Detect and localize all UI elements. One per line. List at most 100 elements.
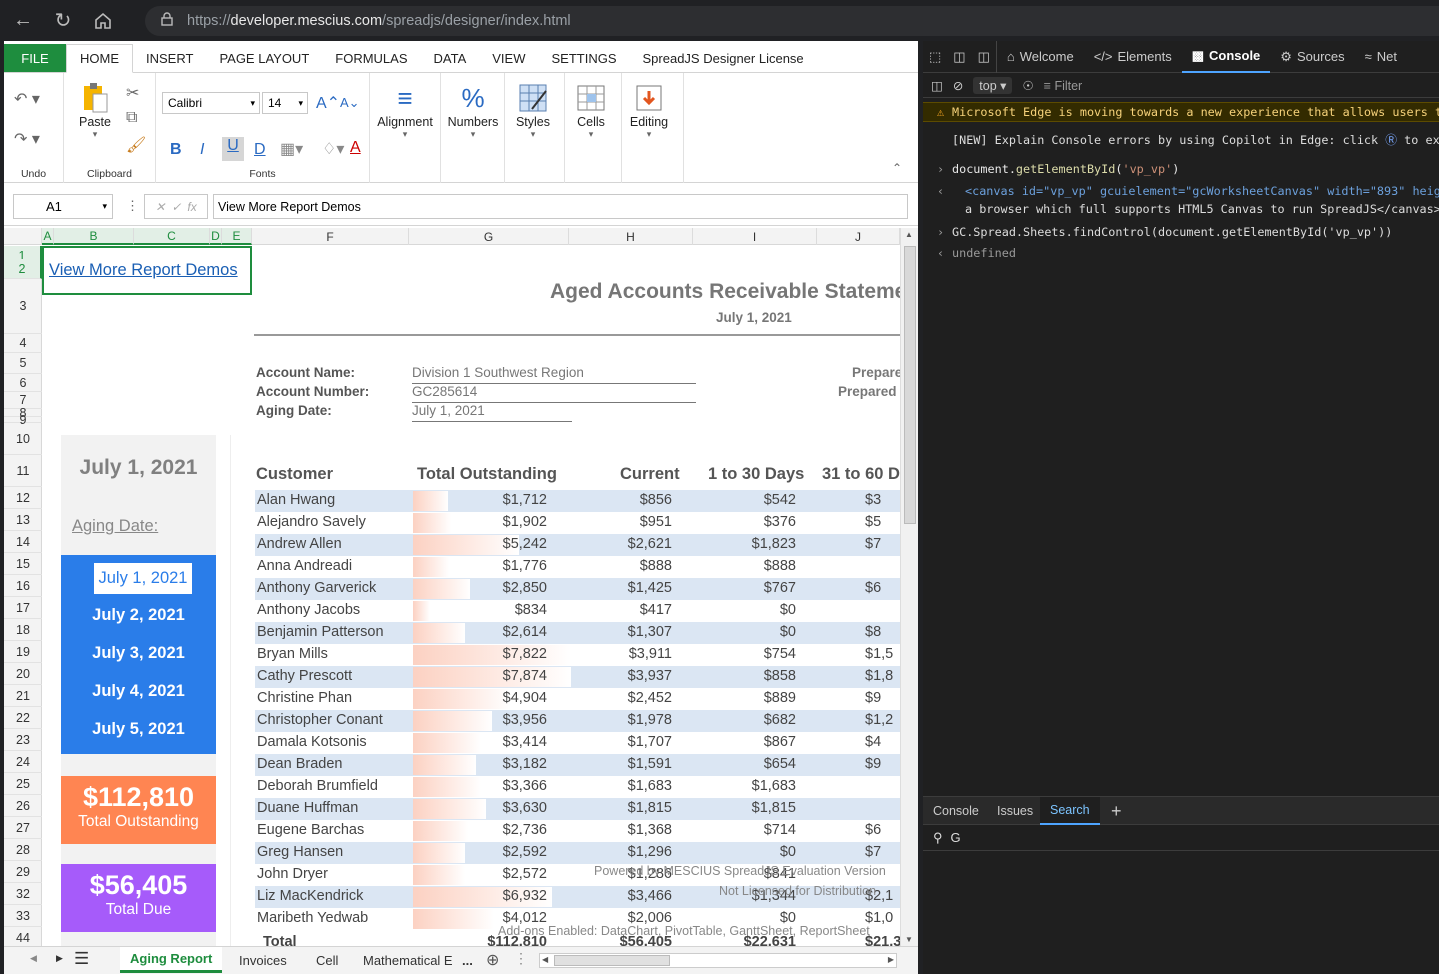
- sheet-tab-aging-report[interactable]: Aging Report: [120, 947, 223, 973]
- bold-icon[interactable]: B: [170, 141, 182, 159]
- column-header-b[interactable]: B: [54, 228, 134, 245]
- row-header-24[interactable]: 24: [4, 751, 42, 773]
- row-header-15[interactable]: 15: [4, 553, 42, 575]
- row-header-2[interactable]: 2: [4, 259, 42, 279]
- row-header-18[interactable]: 18: [4, 619, 42, 641]
- sheet-tab-cell[interactable]: Cell: [306, 947, 348, 973]
- row-header-14[interactable]: 14: [4, 531, 42, 553]
- tab-console[interactable]: ▩ Console: [1181, 41, 1271, 73]
- alignment-button[interactable]: ≡ Alignment ▾: [374, 81, 436, 140]
- redo-icon[interactable]: ↷ ▾: [14, 129, 40, 149]
- row-header-19[interactable]: 19: [4, 641, 42, 663]
- date-option-5[interactable]: July 5, 2021: [61, 720, 216, 739]
- name-box[interactable]: A1 ▾: [13, 194, 113, 219]
- vertical-scrollbar[interactable]: ▲ ▼: [900, 228, 918, 946]
- date-option-2[interactable]: July 2, 2021: [61, 606, 216, 625]
- format-painter-icon[interactable]: 🖌: [126, 135, 146, 155]
- tab-insert[interactable]: INSERT: [133, 44, 206, 72]
- tab-file[interactable]: FILE: [4, 44, 66, 72]
- tab-page-layout[interactable]: PAGE LAYOUT: [206, 44, 322, 72]
- context-select[interactable]: top ▾: [973, 77, 1013, 94]
- scroll-left-icon[interactable]: ◀: [542, 955, 548, 964]
- row-header-33[interactable]: 33: [4, 905, 42, 927]
- column-header-f[interactable]: F: [252, 228, 409, 245]
- next-sheet-icon[interactable]: ▶: [56, 953, 63, 964]
- row-header-27[interactable]: 27: [4, 817, 42, 839]
- tab-settings[interactable]: SETTINGS: [538, 44, 629, 72]
- tab-view[interactable]: VIEW: [479, 44, 538, 72]
- table-row[interactable]: Alan Hwang $1,712 $856 $542 $3: [255, 490, 900, 512]
- drawer-tab-issues[interactable]: Issues: [987, 797, 1043, 825]
- editing-button[interactable]: Editing ▾: [618, 81, 680, 140]
- tab-license[interactable]: SpreadJS Designer License: [630, 44, 817, 72]
- table-row[interactable]: Anthony Jacobs $834 $417 $0: [255, 600, 900, 622]
- address-bar[interactable]: https://developer.mescius.com/spreadjs/d…: [145, 6, 1439, 36]
- column-header-h[interactable]: H: [569, 228, 693, 245]
- column-header-j[interactable]: J: [817, 228, 900, 245]
- undo-icon[interactable]: ↶ ▾: [14, 89, 40, 109]
- tab-welcome[interactable]: ⌂ Welcome: [997, 41, 1084, 73]
- row-header-3[interactable]: 3: [4, 279, 42, 334]
- fx-icon[interactable]: fx: [187, 200, 196, 214]
- home-icon[interactable]: [86, 6, 120, 36]
- decrease-font-icon[interactable]: A⌄: [340, 95, 360, 111]
- column-header-c[interactable]: C: [134, 228, 210, 245]
- row-header-23[interactable]: 23: [4, 729, 42, 751]
- font-size-select[interactable]: 14 ▾: [262, 92, 308, 114]
- back-icon[interactable]: ←: [6, 6, 40, 36]
- report-demos-link[interactable]: View More Report Demos: [49, 261, 238, 280]
- table-row[interactable]: Eugene Barchas $2,736 $1,368 $714 $6: [255, 820, 900, 842]
- refresh-icon[interactable]: ↻: [46, 6, 80, 36]
- table-row[interactable]: Deborah Brumfield $3,366 $1,683 $1,683: [255, 776, 900, 798]
- cut-icon[interactable]: ✂: [126, 83, 139, 103]
- column-header-i[interactable]: I: [693, 228, 817, 245]
- tab-home[interactable]: HOME: [66, 44, 133, 73]
- paste-button[interactable]: Paste ▾: [64, 81, 126, 140]
- cancel-icon[interactable]: ✕: [155, 200, 165, 214]
- row-header-29[interactable]: 29: [4, 861, 42, 883]
- italic-icon[interactable]: I: [200, 141, 204, 159]
- font-name-select[interactable]: Calibri ▾: [162, 92, 260, 114]
- sidebar-toggle-icon[interactable]: ◫: [931, 78, 943, 93]
- row-header-10[interactable]: 10: [4, 423, 42, 455]
- drawer-tab-console[interactable]: Console: [923, 797, 989, 825]
- console-output-1[interactable]: ‹ <canvas id="vp_vp" gcuielement="gcWork…: [923, 182, 1439, 200]
- table-row[interactable]: Alejandro Savely $1,902 $951 $376 $5: [255, 512, 900, 534]
- column-header-d[interactable]: D: [210, 228, 222, 245]
- row-header-4[interactable]: 4: [4, 334, 42, 353]
- table-row[interactable]: Bryan Mills $7,822 $3,911 $754 $1,5: [255, 644, 900, 666]
- increase-font-icon[interactable]: A⌃: [316, 93, 340, 113]
- copy-icon[interactable]: ⧉: [126, 109, 137, 127]
- scroll-up-icon[interactable]: ▲: [905, 230, 913, 239]
- table-row[interactable]: Anna Andreadi $1,776 $888 $888: [255, 556, 900, 578]
- table-row[interactable]: Christopher Conant $3,956 $1,978 $682 $1,2: [255, 710, 900, 732]
- date-option-1[interactable]: July 1, 2021: [94, 563, 192, 594]
- add-tab-icon[interactable]: +: [1101, 797, 1132, 825]
- row-header-28[interactable]: 28: [4, 839, 42, 861]
- underline-icon[interactable]: U: [222, 137, 244, 161]
- table-row[interactable]: Christine Phan $4,904 $2,452 $889 $9: [255, 688, 900, 710]
- tab-formulas[interactable]: FORMULAS: [322, 44, 420, 72]
- inspect-icon[interactable]: ⬚: [923, 41, 947, 73]
- sheet-tab-invoices[interactable]: Invoices: [229, 947, 297, 973]
- clear-console-icon[interactable]: ⊘: [953, 78, 963, 93]
- tab-elements[interactable]: </> Elements: [1084, 41, 1182, 73]
- sheet-list-icon[interactable]: ☰: [74, 949, 89, 969]
- double-underline-icon[interactable]: D: [254, 141, 266, 159]
- vertical-scroll-thumb[interactable]: [904, 246, 916, 524]
- tab-splitter-icon[interactable]: ⋮: [514, 950, 528, 967]
- filter-input[interactable]: ≡ Filter: [1044, 79, 1083, 93]
- device-icon[interactable]: ◫: [947, 41, 971, 73]
- dock-icon[interactable]: ◫: [972, 40, 997, 73]
- row-header-5[interactable]: 5: [4, 353, 42, 374]
- collapse-ribbon-icon[interactable]: ⌃: [892, 161, 902, 175]
- sheet-tab-mathematical[interactable]: Mathematical E: [353, 947, 463, 973]
- numbers-button[interactable]: % Numbers ▾: [442, 81, 504, 140]
- select-all-corner[interactable]: [4, 228, 42, 245]
- row-header-20[interactable]: 20: [4, 663, 42, 685]
- date-option-4[interactable]: July 4, 2021: [61, 682, 216, 701]
- row-header-17[interactable]: 17: [4, 597, 42, 619]
- table-row[interactable]: Benjamin Patterson $2,614 $1,307 $0 $8: [255, 622, 900, 644]
- row-header-13[interactable]: 13: [4, 509, 42, 531]
- more-sheets[interactable]: ...: [452, 947, 483, 973]
